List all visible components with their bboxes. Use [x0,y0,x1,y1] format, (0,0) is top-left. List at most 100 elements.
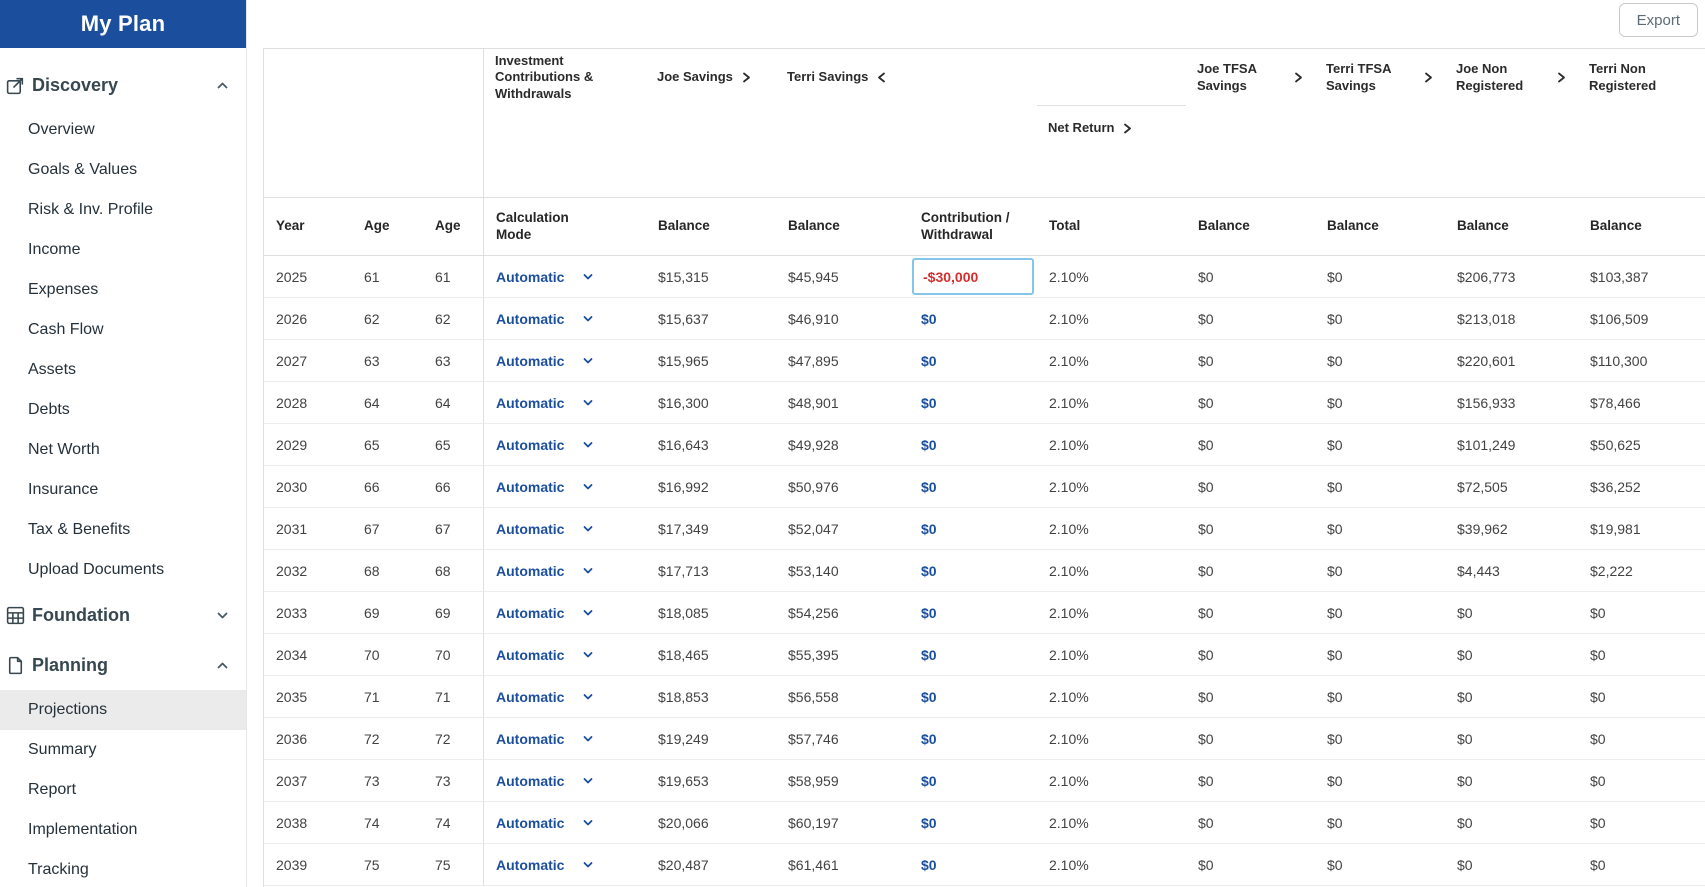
planning-icon [5,655,26,676]
sidebar-item-tax-benefits[interactable]: Tax & Benefits [0,510,246,550]
contribution-value[interactable]: $0 [921,563,937,579]
cell-terri-savings-balance: $58,959 [776,760,909,801]
export-button[interactable]: Export [1618,3,1698,37]
sidebar-item-projections[interactable]: Projections [0,690,246,730]
cell-net-return-total-value: 2.10% [1049,814,1089,831]
column-header-age-1: Age [352,198,423,255]
contribution-value[interactable]: $0 [921,311,937,327]
contribution-value[interactable]: $0 [921,773,937,789]
calculation-mode-select[interactable]: Automatic [496,395,594,411]
calculation-mode-select[interactable]: Automatic [496,353,594,369]
sidebar-item-summary[interactable]: Summary [0,730,246,770]
cell-terri-tfsa-balance: $0 [1315,424,1445,465]
contribution-value[interactable]: $0 [921,395,937,411]
cell-joe-savings-balance: $18,465 [646,634,776,675]
column-header-label: Year [276,218,305,234]
chevron-right-icon[interactable] [1122,122,1133,135]
calculation-mode-select[interactable]: Automatic [496,689,594,705]
calculation-mode-select[interactable]: Automatic [496,857,594,873]
contribution-value[interactable]: $0 [921,521,937,537]
calculation-mode-value: Automatic [496,310,565,327]
sidebar-item-label: Implementation [28,821,138,838]
chevron-right-icon[interactable] [1423,71,1434,84]
cell-terri-savings-balance: $45,945 [776,256,909,297]
calculation-mode-select[interactable]: Automatic [496,311,594,327]
contribution-value[interactable]: $0 [921,857,937,873]
cell-joe-non-registered-balance: $0 [1445,592,1578,633]
calculation-mode-select[interactable]: Automatic [496,815,594,831]
calculation-mode-select[interactable]: Automatic [496,479,594,495]
cell-age-2: 72 [423,718,484,759]
cell-terri-savings-balance-value: $58,959 [788,772,839,789]
calculation-mode-select[interactable]: Automatic [496,647,594,663]
cell-terri-tfsa-balance-value: $0 [1327,352,1343,369]
sidebar-item-implementation[interactable]: Implementation [0,810,246,850]
chevron-right-icon[interactable] [741,71,752,84]
cell-joe-non-registered-balance: $220,601 [1445,340,1578,381]
chevron-right-icon[interactable] [1293,71,1304,84]
cell-joe-tfsa-balance-value: $0 [1198,772,1214,789]
calculation-mode-select[interactable]: Automatic [496,269,594,285]
chevron-down-icon [582,649,594,661]
cell-year-value: 2030 [276,478,308,495]
cell-age-2-value: 72 [435,730,451,747]
sidebar-item-debts[interactable]: Debts [0,390,246,430]
group-header-band: Joe Non Registered [1445,49,1578,106]
chevron-right-icon[interactable] [1556,71,1567,84]
contribution-value[interactable]: $0 [921,605,937,621]
chevron-down-icon [582,355,594,367]
cell-age-2-value: 66 [435,478,451,495]
contribution-value[interactable]: $0 [921,689,937,705]
cell-age-2-value: 70 [435,646,451,663]
chevron-left-icon[interactable] [876,71,887,84]
contribution-value[interactable]: $0 [921,437,937,453]
sidebar-section-discovery[interactable]: Discovery [0,60,246,110]
contribution-value[interactable]: $0 [921,647,937,663]
cell-age-2: 66 [423,466,484,507]
cell-joe-savings-balance-value: $16,300 [658,394,709,411]
group-header-terri-savings: Terri Savings [776,49,909,197]
sidebar-item-tracking[interactable]: Tracking [0,850,246,887]
sidebar-item-assets[interactable]: Assets [0,350,246,390]
cell-terri-tfsa-balance: $0 [1315,718,1445,759]
chevron-up-icon[interactable] [215,658,230,673]
sidebar-item-report[interactable]: Report [0,770,246,810]
cell-terri-tfsa-balance: $0 [1315,676,1445,717]
sidebar-item-insurance[interactable]: Insurance [0,470,246,510]
sidebar-item-expenses[interactable]: Expenses [0,270,246,310]
calculation-mode-select[interactable]: Automatic [496,731,594,747]
cell-contribution-withdrawal: $0 [909,718,1037,759]
sidebar-item-overview[interactable]: Overview [0,110,246,150]
sidebar-section-foundation[interactable]: Foundation [0,590,246,640]
column-header-label: Balance [788,218,840,234]
chevron-up-icon[interactable] [215,78,230,93]
cell-joe-savings-balance: $16,643 [646,424,776,465]
contribution-value[interactable]: $0 [921,479,937,495]
contribution-value[interactable]: $0 [921,815,937,831]
calculation-mode-select[interactable]: Automatic [496,521,594,537]
calculation-mode-select[interactable]: Automatic [496,605,594,621]
chevron-down-icon[interactable] [215,608,230,623]
cell-joe-savings-balance-value: $20,066 [658,814,709,831]
group-header-investment-contributions-withdrawals: Investment Contributions & Withdrawals [484,49,646,197]
sidebar-section-planning[interactable]: Planning [0,640,246,690]
calculation-mode-select[interactable]: Automatic [496,437,594,453]
contribution-input-selected[interactable]: -$30,000 [912,258,1034,295]
sidebar-item-net-worth[interactable]: Net Worth [0,430,246,470]
cell-joe-tfsa-balance: $0 [1186,382,1315,423]
sidebar-item-label: Summary [28,741,97,758]
cell-net-return-total: 2.10% [1037,298,1186,339]
sidebar-item-risk-inv-profile[interactable]: Risk & Inv. Profile [0,190,246,230]
cell-age-2: 69 [423,592,484,633]
cell-joe-non-registered-balance-value: $156,933 [1457,394,1516,411]
column-header-label: Calculation Mode [496,209,569,242]
contribution-value[interactable]: $0 [921,353,937,369]
calculation-mode-select[interactable]: Automatic [496,773,594,789]
contribution-value[interactable]: $0 [921,731,937,747]
sidebar-item-goals-values[interactable]: Goals & Values [0,150,246,190]
sidebar-item-cash-flow[interactable]: Cash Flow [0,310,246,350]
sidebar-item-upload-documents[interactable]: Upload Documents [0,550,246,590]
calculation-mode-select[interactable]: Automatic [496,563,594,579]
cell-calculation-mode: Automatic [484,508,646,549]
sidebar-item-income[interactable]: Income [0,230,246,270]
